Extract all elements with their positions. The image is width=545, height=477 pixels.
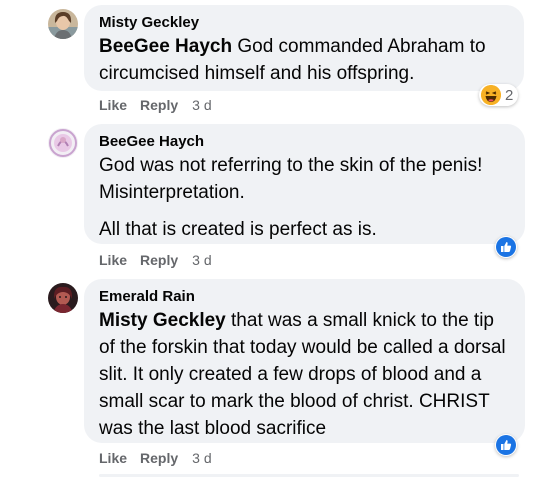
reaction-count: 2 [505, 86, 514, 104]
haha-icon [481, 85, 501, 105]
reply-button[interactable]: Reply [140, 252, 178, 268]
comment-text: God was not referring to the skin of the… [99, 152, 511, 243]
like-button[interactable]: Like [99, 450, 127, 466]
comment-paragraph: God was not referring to the skin of the… [99, 155, 483, 203]
comment-paragraph: All that is created is perfect as is. [99, 219, 377, 240]
comment-actions: Like Reply 3 d [99, 251, 212, 269]
like-button[interactable]: Like [99, 97, 127, 113]
comment-text: Misty Geckley that was a small knick to … [99, 307, 511, 442]
like-icon [496, 237, 516, 257]
comment-author[interactable]: Emerald Rain [99, 288, 511, 306]
reply-button[interactable]: Reply [140, 97, 178, 113]
comment-actions: Like Reply 3 d [99, 449, 212, 467]
reply-button[interactable]: Reply [140, 450, 178, 466]
comment-author[interactable]: Misty Geckley [99, 14, 510, 32]
timestamp[interactable]: 3 d [192, 450, 211, 466]
like-icon [496, 435, 516, 455]
comment-actions: Like Reply 3 d [99, 96, 212, 114]
reaction-summary[interactable] [495, 434, 517, 456]
avatar-photo-icon [48, 128, 78, 158]
comment-bubble: Misty Geckley BeeGee Haych God commanded… [84, 5, 524, 91]
like-button[interactable]: Like [99, 252, 127, 268]
avatar-photo-icon [48, 283, 78, 313]
avatar[interactable] [48, 283, 78, 313]
avatar-photo-icon [48, 9, 78, 39]
reaction-summary[interactable]: 2 [479, 84, 519, 106]
timestamp[interactable]: 3 d [192, 97, 211, 113]
mention-tag[interactable]: BeeGee Haych [99, 36, 232, 57]
comment-author[interactable]: BeeGee Haych [99, 133, 511, 151]
reaction-summary[interactable] [495, 236, 517, 258]
comment-bubble: BeeGee Haych God was not referring to th… [84, 124, 525, 244]
mention-tag[interactable]: Misty Geckley [99, 310, 226, 331]
timestamp[interactable]: 3 d [192, 252, 211, 268]
avatar[interactable] [48, 9, 78, 39]
comment-bubble: Emerald Rain Misty Geckley that was a sm… [84, 279, 525, 443]
comment-text: BeeGee Haych God commanded Abraham to ci… [99, 33, 510, 87]
avatar[interactable] [48, 128, 78, 158]
